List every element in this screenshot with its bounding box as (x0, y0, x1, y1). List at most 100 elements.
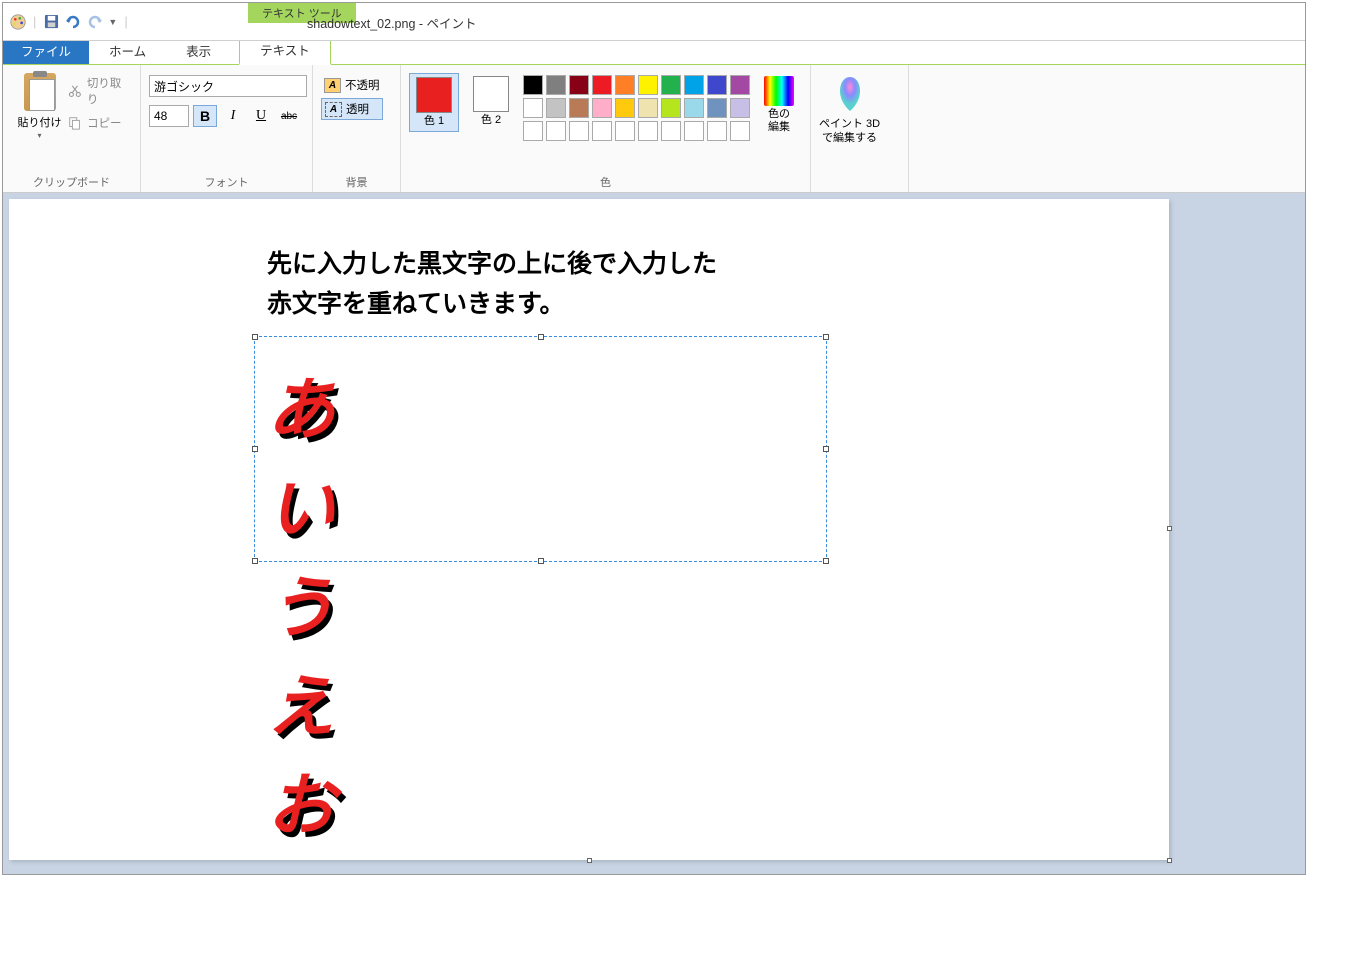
selection-handle[interactable] (252, 558, 258, 564)
paint3d-button[interactable]: ペイント 3Dで編集する (819, 69, 880, 146)
color1-label: 色 1 (424, 115, 444, 128)
color2-button[interactable]: 色 2 (467, 73, 515, 130)
palette-color[interactable] (615, 121, 635, 141)
quick-access-toolbar: | ▼ | (3, 13, 130, 31)
color1-button[interactable]: 色 1 (409, 73, 459, 132)
paste-icon (24, 73, 56, 111)
palette-color[interactable] (523, 98, 543, 118)
opaque-label: 不透明 (345, 77, 380, 93)
text-selection-box[interactable] (254, 336, 827, 562)
selection-handle[interactable] (538, 558, 544, 564)
ribbon-tabs: ファイル ホーム 表示 テキスト (3, 41, 1305, 65)
ribbon-group-color: 色 1 色 2 色の編集 色 (401, 65, 811, 192)
italic-button[interactable]: I (221, 105, 245, 127)
palette-color[interactable] (569, 75, 589, 95)
group-label-clipboard: クリップボード (11, 171, 132, 190)
chevron-down-icon: ▾ (38, 131, 42, 140)
palette-color[interactable] (592, 121, 612, 141)
qat-separator: | (33, 14, 36, 29)
color1-swatch (416, 77, 452, 113)
palette-color[interactable] (615, 98, 635, 118)
palette-color[interactable] (592, 75, 612, 95)
canvas-resize-handle[interactable] (587, 858, 592, 863)
palette-color[interactable] (707, 98, 727, 118)
tab-file[interactable]: ファイル (3, 37, 89, 64)
selection-handle[interactable] (252, 334, 258, 340)
edit-colors-button[interactable]: 色の編集 (758, 73, 800, 137)
canvas-resize-handle[interactable] (1167, 526, 1172, 531)
group-label-font: フォント (149, 171, 304, 190)
palette-color[interactable] (707, 121, 727, 141)
paint3d-icon (834, 75, 866, 113)
palette-color[interactable] (730, 75, 750, 95)
tab-home[interactable]: ホーム (89, 37, 166, 64)
ribbon-group-paint3d: ペイント 3Dで編集する (811, 65, 909, 192)
qat-separator: | (124, 14, 127, 29)
palette-color[interactable] (684, 98, 704, 118)
tab-view[interactable]: 表示 (166, 37, 231, 64)
rainbow-icon (764, 76, 794, 106)
palette-color[interactable] (546, 98, 566, 118)
opaque-option[interactable]: A 不透明 (321, 75, 383, 95)
window-title: shadowtext_02.png - ペイント (307, 13, 477, 32)
paste-button[interactable]: 貼り付け ▾ (11, 69, 68, 140)
palette-color[interactable] (684, 75, 704, 95)
paint-app-icon (9, 13, 27, 31)
palette-color[interactable] (661, 75, 681, 95)
palette-color[interactable] (638, 75, 658, 95)
font-name-select[interactable] (149, 75, 307, 97)
ribbon-group-clipboard: 貼り付け ▾ 切り取り コピー クリップボード (3, 65, 141, 192)
palette-color[interactable] (730, 121, 750, 141)
copy-button: コピー (68, 115, 132, 131)
strikethrough-button[interactable]: abc (277, 105, 301, 127)
copy-icon (68, 116, 82, 130)
palette-color[interactable] (523, 121, 543, 141)
palette-color[interactable] (546, 75, 566, 95)
canvas-instruction-text: 先に入力した黒文字の上に後で入力した 赤文字を重ねていきます。 (267, 244, 717, 324)
paint3d-label: ペイント 3Dで編集する (819, 117, 880, 146)
palette-row (523, 121, 750, 141)
underline-button[interactable]: U (249, 105, 273, 127)
selection-handle[interactable] (823, 446, 829, 452)
selection-handle[interactable] (823, 558, 829, 564)
title-bar: | ▼ | テキスト ツール shadowtext_02.png - ペイント (3, 3, 1305, 41)
palette-color[interactable] (684, 121, 704, 141)
transparent-option[interactable]: A 透明 (321, 98, 383, 120)
canvas-resize-handle[interactable] (1167, 858, 1172, 863)
qat-dropdown-icon[interactable]: ▼ (108, 17, 118, 27)
palette-color[interactable] (661, 121, 681, 141)
scissors-icon (68, 84, 82, 98)
selection-handle[interactable] (538, 334, 544, 340)
palette-color[interactable] (638, 98, 658, 118)
copy-label: コピー (87, 115, 122, 131)
opaque-icon: A (324, 78, 341, 93)
app-window: | ▼ | テキスト ツール shadowtext_02.png - ペイント … (2, 2, 1306, 875)
palette-color[interactable] (592, 98, 612, 118)
canvas[interactable]: 先に入力した黒文字の上に後で入力した 赤文字を重ねていきます。 あいうえお あい… (9, 199, 1169, 860)
selection-handle[interactable] (252, 446, 258, 452)
ribbon-group-font: B I U abc フォント (141, 65, 313, 192)
palette-color[interactable] (569, 121, 589, 141)
palette-color[interactable] (546, 121, 566, 141)
palette-color[interactable] (707, 75, 727, 95)
font-size-select[interactable] (149, 105, 189, 127)
palette-color[interactable] (569, 98, 589, 118)
palette-color[interactable] (730, 98, 750, 118)
palette-color[interactable] (615, 75, 635, 95)
selection-handle[interactable] (823, 334, 829, 340)
palette-color[interactable] (661, 98, 681, 118)
canvas-area[interactable]: 先に入力した黒文字の上に後で入力した 赤文字を重ねていきます。 あいうえお あい… (3, 193, 1305, 874)
redo-icon[interactable] (86, 13, 104, 31)
bold-button[interactable]: B (193, 105, 217, 127)
palette-row (523, 75, 750, 95)
ribbon-group-background: A 不透明 A 透明 背景 (313, 65, 401, 192)
transparent-label: 透明 (346, 101, 369, 117)
palette-color[interactable] (638, 121, 658, 141)
save-icon[interactable] (42, 13, 60, 31)
color2-swatch (473, 76, 509, 112)
color-palette (523, 73, 750, 141)
transparent-icon: A (325, 102, 342, 117)
undo-icon[interactable] (64, 13, 82, 31)
palette-color[interactable] (523, 75, 543, 95)
group-label-color: 色 (409, 171, 802, 190)
